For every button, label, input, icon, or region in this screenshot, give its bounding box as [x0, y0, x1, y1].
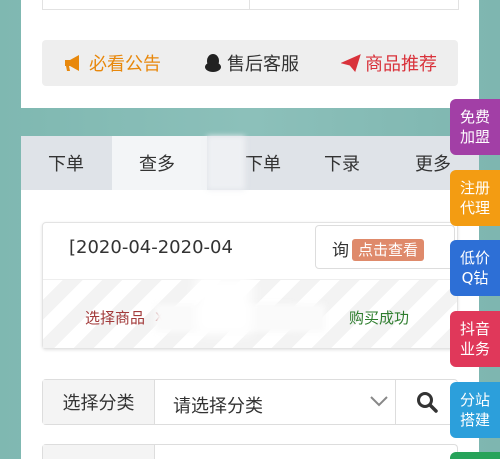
- side-button-line: 搭建: [459, 411, 490, 429]
- category-label: 选择分类: [43, 380, 155, 424]
- tab-blur: [207, 136, 245, 190]
- tab-record[interactable]: 下录: [324, 136, 360, 190]
- side-button-register[interactable]: 注册 代理: [450, 170, 500, 226]
- category-select[interactable]: 请选择分类: [173, 392, 263, 418]
- paper-plane-icon: [341, 54, 361, 72]
- query-prefix: 询: [332, 241, 349, 261]
- customer-service-button[interactable]: 售后客服: [203, 50, 299, 76]
- tab-more[interactable]: 更多: [415, 136, 451, 190]
- main-card: 下单 查多 下单 下录 更多 [2020-04-2020-04 询 点击查看 选…: [21, 136, 479, 459]
- recommend-label: 商品推荐: [365, 54, 437, 75]
- recommend-button[interactable]: 商品推荐: [341, 50, 437, 76]
- penguin-icon: [205, 54, 221, 72]
- next-input-label: [43, 445, 155, 459]
- side-button-line: 注册: [459, 179, 490, 197]
- side-button-line: 业务: [459, 340, 490, 358]
- search-button[interactable]: [395, 380, 457, 424]
- side-button-partial[interactable]: [450, 452, 500, 459]
- side-button-line: 代理: [459, 199, 490, 217]
- query-button[interactable]: 点击查看: [352, 239, 425, 261]
- side-button-join[interactable]: 免费 加盟: [450, 99, 500, 155]
- category-group: 选择分类 请选择分类: [42, 379, 458, 425]
- next-input-group: [42, 444, 458, 459]
- search-icon: [416, 392, 438, 413]
- side-button-qzone[interactable]: 低价 Q钻: [450, 240, 500, 296]
- query-group: 询 点击查看: [315, 225, 455, 269]
- blur-mask-3: [196, 276, 252, 334]
- tab-order[interactable]: 下单: [48, 136, 84, 190]
- top-input-strip: [42, 0, 459, 10]
- side-button-line: 低价: [459, 249, 490, 267]
- side-button-douyin[interactable]: 抖音 业务: [450, 311, 500, 367]
- side-button-line: 抖音: [459, 320, 490, 338]
- side-button-line: Q钻: [461, 269, 489, 287]
- side-button-line: 免费: [459, 108, 490, 126]
- side-button-line: 分站: [459, 391, 490, 409]
- chevron-down-icon: [370, 396, 388, 407]
- tab-order-2[interactable]: 下单: [245, 136, 281, 190]
- side-button-line: 加盟: [459, 128, 490, 146]
- tab-query[interactable]: 查多: [139, 136, 175, 190]
- customer-service-label: 售后客服: [227, 54, 299, 75]
- side-button-substation[interactable]: 分站 搭建: [450, 382, 500, 438]
- notice-bar: 必看公告 售后客服 商品推荐: [42, 40, 458, 86]
- megaphone-icon: [65, 55, 79, 71]
- select-product-label[interactable]: 选择商品: [85, 307, 145, 328]
- order-number-input[interactable]: [2020-04-2020-04: [69, 237, 233, 258]
- tab-bar: 下单 查多 下单 下录 更多: [21, 136, 479, 190]
- purchase-success-label: 购买成功: [349, 309, 410, 327]
- notice-label: 必看公告: [89, 54, 161, 75]
- notice-button[interactable]: 必看公告: [63, 50, 161, 76]
